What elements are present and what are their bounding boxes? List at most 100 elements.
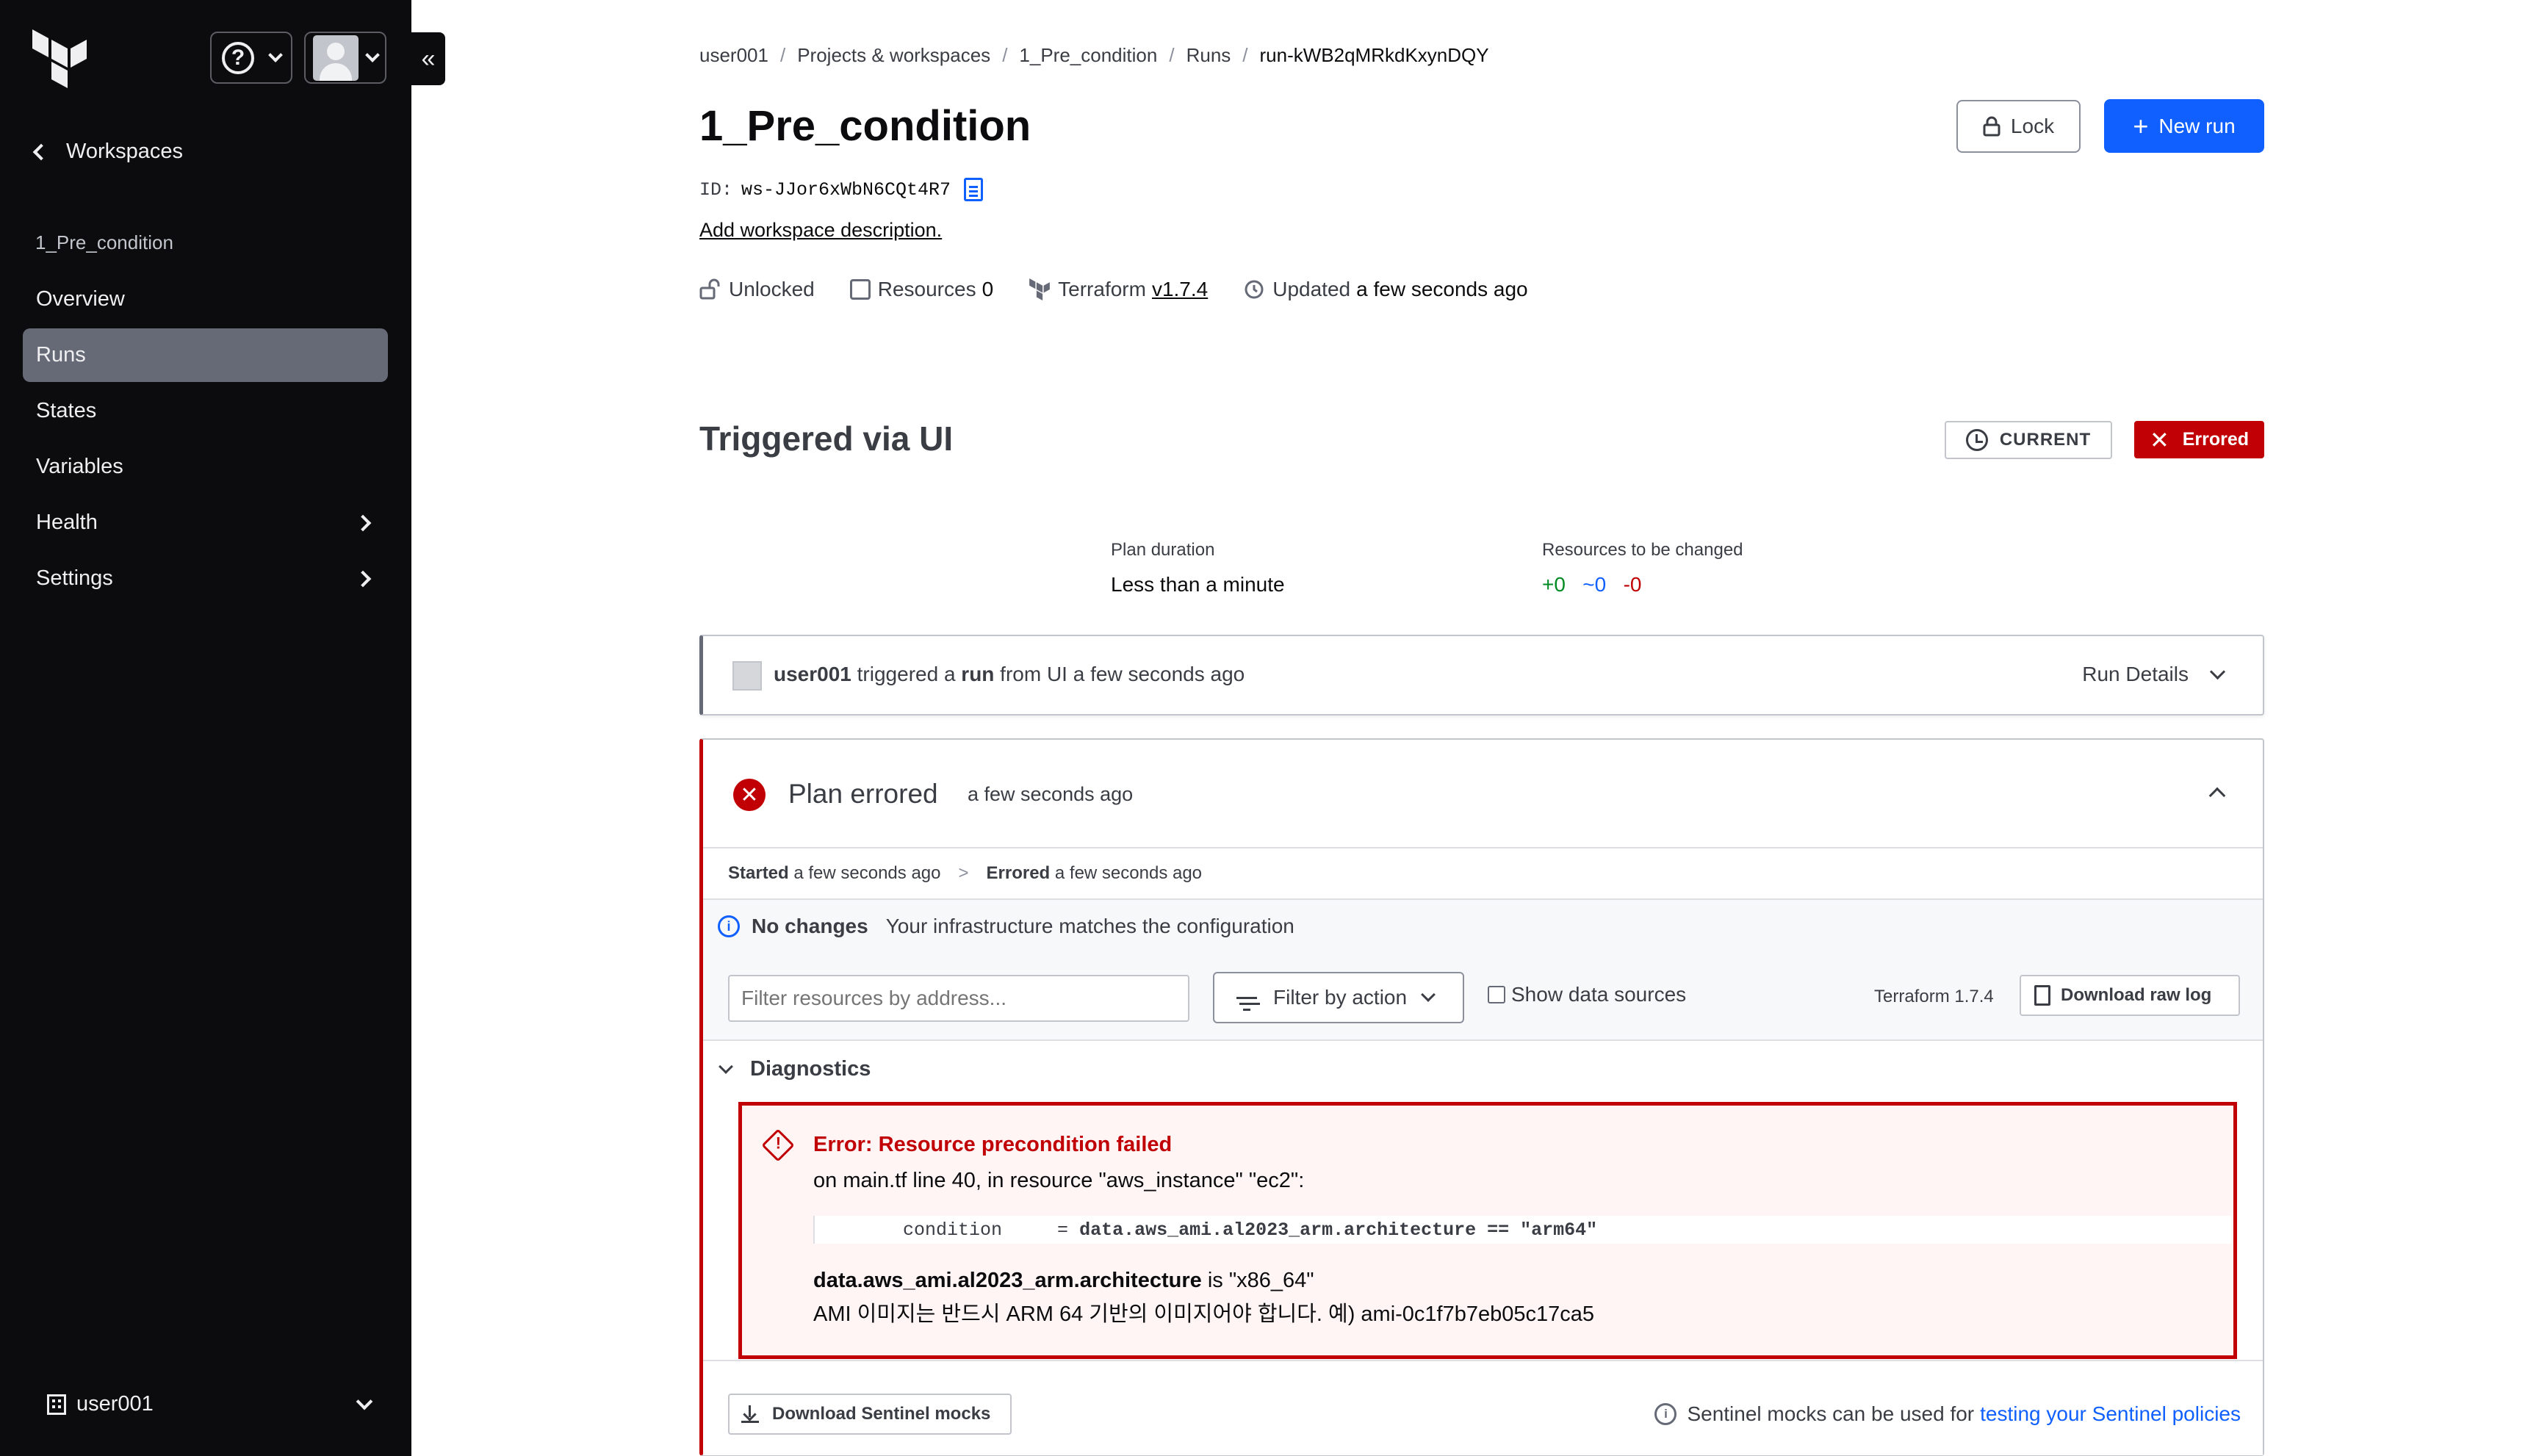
resources-changed-label: Resources to be changed	[1542, 540, 1743, 560]
back-to-workspaces-link[interactable]: Workspaces	[32, 140, 184, 164]
trigger-user: user001	[774, 663, 851, 685]
error-expression-value: is "x86_64"	[1201, 1269, 1314, 1292]
sentinel-policies-link[interactable]: testing your Sentinel policies	[1980, 1402, 2241, 1426]
resources-count[interactable]: Resources 0	[849, 278, 993, 301]
chevron-right-icon	[354, 570, 372, 587]
chevron-up-icon[interactable]	[2208, 787, 2226, 804]
trigger-text: user001 triggered a run from UI a few se…	[774, 663, 1245, 686]
sidebar-item-label: States	[36, 399, 97, 422]
sidebar-item-overview[interactable]: Overview	[23, 273, 388, 326]
new-run-button-label: New run	[2158, 114, 2236, 137]
download-sentinel-mocks-button[interactable]: Download Sentinel mocks	[728, 1394, 1012, 1435]
sidebar-item-runs[interactable]: Runs	[23, 328, 388, 382]
collapse-sidebar-button[interactable]: «	[411, 32, 445, 85]
page-title: 1_Pre_condition	[699, 102, 1031, 150]
breadcrumb-projects[interactable]: Projects & workspaces	[797, 44, 990, 67]
terraform-icon	[1029, 278, 1051, 300]
chevron-down-icon	[365, 47, 380, 62]
app-root: ? Workspaces 1_Pre_condition Overview Ru…	[0, 0, 2539, 1456]
show-data-sources-checkbox[interactable]: Show data sources	[1488, 983, 1686, 1006]
chevron-down-icon	[2209, 663, 2226, 680]
help-icon: ?	[222, 41, 254, 74]
info-icon: i	[1654, 1403, 1677, 1425]
alert-diamond-icon	[761, 1128, 795, 1162]
no-changes-label: No changes	[752, 915, 868, 937]
breadcrumb-separator: /	[779, 44, 786, 66]
history-icon	[1245, 280, 1264, 299]
breadcrumb-current-run: run-kWB2qMRkdKxynDQY	[1259, 44, 1489, 66]
diagnostics-toggle[interactable]: Diagnostics	[719, 1057, 871, 1081]
help-menu-button[interactable]: ?	[210, 32, 292, 84]
organization-switcher[interactable]: user001	[47, 1392, 373, 1416]
run-details-toggle[interactable]: Run Details	[2082, 663, 2226, 686]
new-run-button[interactable]: + New run	[2104, 99, 2264, 153]
close-icon: ✕	[2149, 426, 2169, 453]
clock-icon	[1965, 429, 1988, 451]
workspace-id-label: ID:	[699, 179, 733, 201]
sidebar-item-health[interactable]: Health	[23, 496, 388, 549]
resources-add-count: +0	[1542, 573, 1566, 596]
terraform-version-link[interactable]: v1.7.4	[1152, 278, 1208, 301]
started-label: Started	[728, 863, 789, 883]
sentinel-note: i Sentinel mocks can be used for testing…	[1654, 1402, 2241, 1426]
no-changes-text: Your infrastructure matches the configur…	[885, 915, 1294, 937]
add-description-link[interactable]: Add workspace description.	[699, 219, 942, 242]
run-details-label: Run Details	[2082, 663, 2189, 685]
run-title: Triggered via UI	[699, 419, 954, 458]
filter-by-action-label: Filter by action	[1273, 986, 1408, 1009]
sidebar-item-settings[interactable]: Settings	[23, 552, 388, 605]
terraform-logo-icon[interactable]	[32, 29, 87, 88]
status-badge-label: Errored	[2182, 429, 2250, 450]
lock-state-label: Unlocked	[729, 278, 815, 300]
error-location: on main.tf line 40, in resource "aws_ins…	[813, 1169, 1305, 1192]
double-chevron-left-icon: «	[421, 44, 436, 73]
breadcrumb-separator: /	[1242, 44, 1248, 66]
chevron-left-icon	[32, 143, 50, 160]
filter-by-action-dropdown[interactable]: Filter by action	[1213, 972, 1464, 1023]
sidebar-item-variables[interactable]: Variables	[23, 440, 388, 494]
timeline-separator: >	[958, 863, 969, 883]
breadcrumb-runs[interactable]: Runs	[1186, 44, 1231, 67]
diagnostics-label: Diagnostics	[750, 1057, 871, 1081]
sidebar-item-label: Runs	[36, 343, 86, 367]
no-changes-banner: i No changes Your infrastructure matches…	[703, 900, 2263, 953]
breadcrumb-workspace[interactable]: 1_Pre_condition	[1019, 44, 1157, 67]
show-data-sources-label: Show data sources	[1511, 983, 1687, 1006]
filter-icon	[1236, 996, 1257, 1011]
back-to-workspaces-label: Workspaces	[66, 140, 184, 163]
resources-icon	[849, 279, 871, 300]
lock-button[interactable]: Lock	[1956, 100, 2081, 153]
sidebar-item-label: Health	[36, 511, 98, 534]
error-code-snippet: condition = data.aws_ami.al2023_arm.arch…	[813, 1216, 2231, 1244]
checkbox[interactable]	[1488, 986, 1505, 1003]
resources-label: Resources	[877, 278, 976, 300]
plan-time: a few seconds ago	[968, 783, 1134, 805]
workspace-id: ID: ws-JJor6xWbN6CQt4R7	[699, 178, 984, 201]
lock-icon	[1983, 116, 2000, 137]
filter-toolbar: Filter by action Show data sources Terra…	[703, 953, 2263, 1041]
sentinel-row: Download Sentinel mocks i Sentinel mocks…	[703, 1360, 2263, 1455]
code-value: data.aws_ami.al2023_arm.architecture == …	[1079, 1219, 1598, 1241]
sidebar-workspace-name: 1_Pre_condition	[35, 231, 173, 253]
sidebar-item-label: Variables	[36, 455, 123, 478]
plan-header[interactable]: ✕ Plan errored a few seconds ago	[703, 740, 2263, 848]
error-diagnostic: Error: Resource precondition failed on m…	[738, 1102, 2237, 1359]
download-sentinel-mocks-label: Download Sentinel mocks	[772, 1404, 991, 1424]
terraform-version-label: Terraform 1.7.4	[1874, 987, 1994, 1006]
sentinel-note-text: Sentinel mocks can be used for	[1687, 1402, 1975, 1425]
trigger-run-word: run	[961, 663, 995, 685]
copy-icon[interactable]	[964, 178, 984, 201]
filter-resources-input[interactable]	[728, 975, 1189, 1022]
plan-duration-value: Less than a minute	[1111, 573, 1285, 596]
user-menu-button[interactable]	[304, 32, 386, 84]
started-value: a few seconds ago	[793, 863, 941, 883]
plus-icon: +	[2133, 110, 2149, 141]
breadcrumb-org[interactable]: user001	[699, 44, 768, 67]
error-message: AMI 이미지는 반드시 ARM 64 기반의 이미지어야 합니다. 예) am…	[813, 1302, 1595, 1326]
building-icon	[47, 1394, 66, 1415]
errored-label: Errored	[986, 863, 1051, 883]
sidebar: ? Workspaces 1_Pre_condition Overview Ru…	[0, 0, 411, 1456]
download-raw-log-button[interactable]: Download raw log	[2020, 975, 2240, 1016]
organization-name: user001	[76, 1392, 154, 1416]
sidebar-item-states[interactable]: States	[23, 384, 388, 438]
